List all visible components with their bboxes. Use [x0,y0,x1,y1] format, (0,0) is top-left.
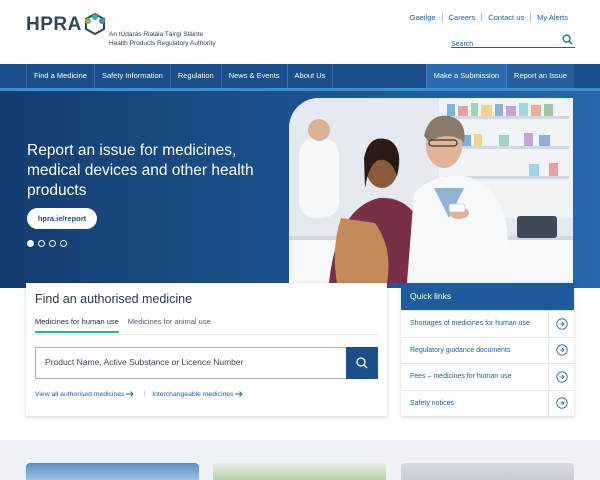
hpra-logo[interactable]: HPRA [26,14,82,36]
utility-links: Gaeilge Careers Contact us My Alerts [404,13,574,22]
search-icon [356,357,368,369]
carousel-dot-3[interactable] [49,240,56,247]
news-thumb-1[interactable] [26,463,199,480]
hero-top-strip [0,88,600,91]
circle-arrow-icon [555,397,568,409]
medicine-links: View all authorised medicines | Intercha… [35,390,245,398]
link-separator: | [143,390,146,397]
tab-divider [35,334,378,335]
carousel-dots [27,240,67,247]
nav-about-us[interactable]: About Us [288,64,334,88]
quick-link-safety-notices[interactable]: Safety notices [401,389,574,416]
hero-report-button[interactable]: hpra.ie/report [27,208,97,229]
medicine-search [35,347,378,379]
quick-link-arrow [548,311,574,337]
medicine-tabs: Medicines for human use Medicines for an… [35,317,220,333]
view-all-medicines-link[interactable]: View all authorised medicines [35,390,136,398]
logo-mark-icon [85,13,105,35]
link-my-alerts[interactable]: My Alerts [530,13,574,22]
org-name-irish: An tÚdarás Rialála Táirgí Sláinte [109,31,204,38]
interchangeable-medicines-label: Interchangeable medicines [152,390,234,398]
quick-link-arrow [548,390,574,416]
nav-report-an-issue[interactable]: Report an Issue [506,64,574,88]
news-thumb-2[interactable] [213,463,386,480]
carousel-dot-4[interactable] [60,240,67,247]
link-gaeilge[interactable]: Gaeilge [404,13,442,22]
nav-make-a-submission[interactable]: Make a Submission [425,64,507,88]
circle-arrow-icon [555,371,568,383]
quick-link-fees[interactable]: Fees – medicines for human use [401,363,574,390]
quick-link-label: Regulatory guidance documents [410,346,511,354]
quick-links-panel: Quick links Shortages of medicines for h… [401,283,574,416]
interchangeable-medicines-link[interactable]: Interchangeable medicines [152,390,245,398]
circle-arrow-icon [555,318,568,330]
quick-link-arrow [548,364,574,390]
circle-arrow-icon [555,344,568,356]
nav-news-events[interactable]: News & Events [222,64,288,88]
carousel-dot-1[interactable] [27,240,34,247]
nav-safety-information[interactable]: Safety Information [95,64,171,88]
nav-find-a-medicine[interactable]: Find a Medicine [26,64,95,88]
medicine-search-button[interactable] [346,347,378,379]
link-contact-us[interactable]: Contact us [481,13,530,22]
hero-title: Report an issue for medicines, medical d… [27,142,254,199]
hero-pharmacy-photo [289,98,573,283]
find-medicine-card: Find an authorised medicine Medicines fo… [26,283,387,416]
medicine-search-input[interactable] [45,357,335,367]
search-icon[interactable] [562,34,573,45]
news-thumb-3[interactable] [401,463,574,480]
tab-human-use[interactable]: Medicines for human use [35,317,119,333]
quick-link-guidance[interactable]: Regulatory guidance documents [401,336,574,363]
quick-link-label: Shortages of medicines for human use [410,320,530,328]
logo-org-name: An tÚdarás Rialála Táirgí Sláinte Health… [109,30,216,48]
arrow-right-icon [126,391,135,397]
quick-links-title: Quick links [401,283,574,310]
quick-link-shortages[interactable]: Shortages of medicines for human use [401,310,574,337]
find-medicine-title: Find an authorised medicine [35,292,193,306]
link-careers[interactable]: Careers [441,13,482,22]
arrow-right-icon [235,391,244,397]
quick-link-label: Fees – medicines for human use [410,373,512,381]
site-header: HPRA An tÚdarás Rialála Táirgí Sláinte H… [0,0,600,64]
nav-regulation[interactable]: Regulation [171,64,222,88]
site-search-input[interactable] [451,39,559,48]
pharmacy-scene-illustration [289,98,573,283]
nav-actions: Make a Submission Report an Issue [400,64,574,88]
org-name-english: Health Products Regulatory Authority [109,40,216,47]
main-nav: Find a Medicine Safety Information Regul… [0,64,600,88]
quick-link-arrow [548,337,574,363]
carousel-dot-2[interactable] [38,240,45,247]
quick-link-label: Safety notices [410,399,454,407]
site-search [451,33,575,48]
view-all-medicines-label: View all authorised medicines [35,390,125,398]
tab-animal-use[interactable]: Medicines for animal use [128,317,211,333]
logo-wordmark: HPRA [26,14,82,35]
